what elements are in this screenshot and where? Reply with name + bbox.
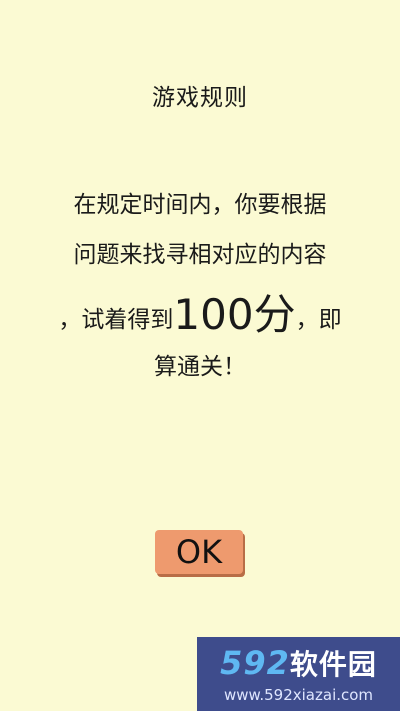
ok-button[interactable]: OK	[155, 530, 243, 574]
rules-line-3-after: ，即	[295, 307, 342, 333]
watermark-logo-number: 592	[220, 644, 290, 682]
rules-line-1: 在规定时间内，你要根据	[73, 192, 327, 218]
rules-line-2: 问题来找寻相对应的内容	[73, 242, 327, 268]
rules-line-3: ，试着得到100分，即	[28, 280, 372, 350]
rules-line-3-before: ，试着得到	[58, 307, 174, 333]
rules-title: 游戏规则	[152, 85, 248, 111]
watermark-logo-text: 软件园	[289, 648, 377, 681]
game-screen: 游戏规则 在规定时间内，你要根据 问题来找寻相对应的内容 ，试着得到100分，即…	[0, 0, 400, 711]
target-score: 100分	[173, 290, 296, 339]
rules-text: 在规定时间内，你要根据 问题来找寻相对应的内容 ，试着得到100分，即 算通关！	[28, 180, 372, 392]
site-watermark: 592软件园 www.592xiazai.com	[197, 637, 400, 711]
watermark-url: www.592xiazai.com	[223, 686, 374, 704]
watermark-logo: 592软件园	[197, 643, 400, 685]
